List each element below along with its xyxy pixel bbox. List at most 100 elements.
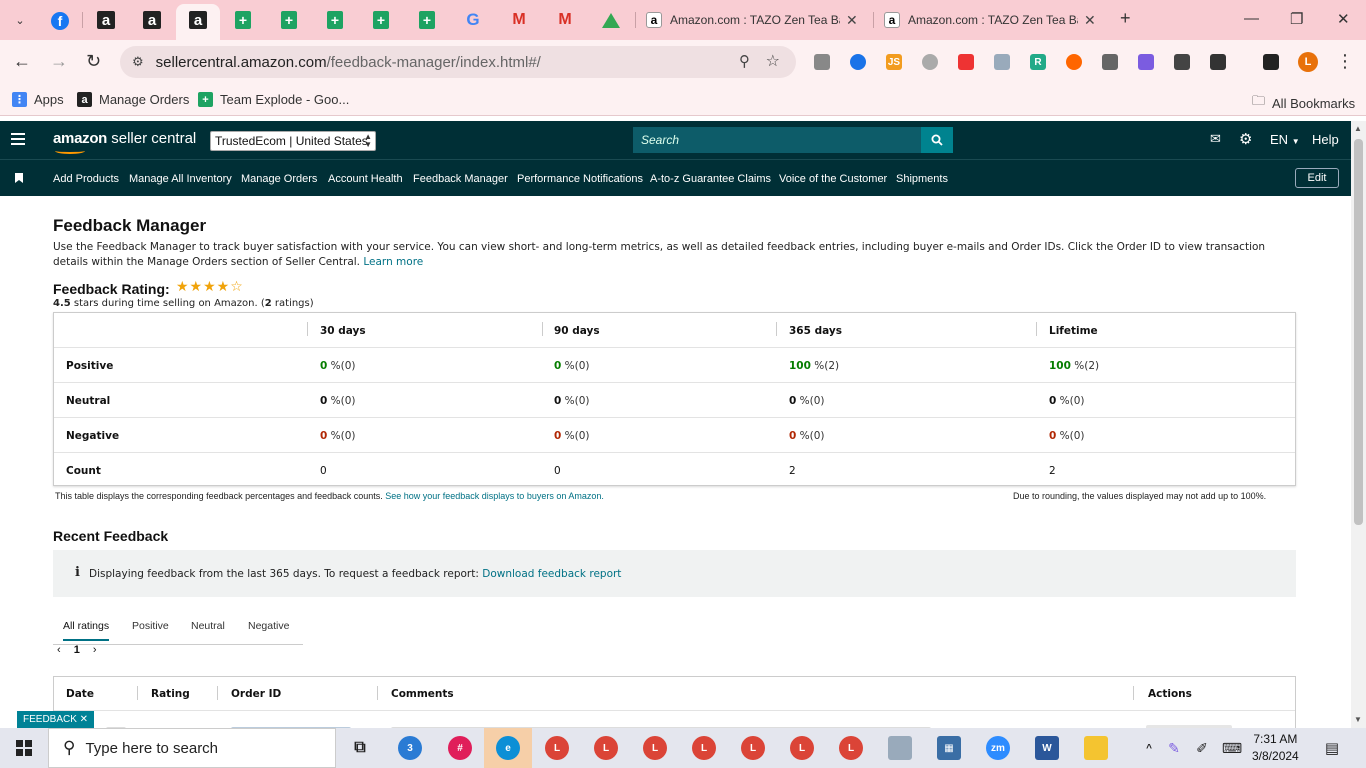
mail-icon[interactable]: ✉	[1210, 131, 1221, 147]
reload-button[interactable]: ↻	[86, 51, 101, 72]
url-text[interactable]: sellercentral.amazon.com/feedback-manage…	[156, 54, 541, 71]
chrome-icon[interactable]: L	[790, 736, 814, 760]
minimize-button[interactable]: —	[1244, 10, 1259, 27]
chrome-icon[interactable]: L	[839, 736, 863, 760]
system-clock[interactable]: 7:31 AM 3/8/2024	[1252, 731, 1299, 765]
bookmark-star-icon[interactable]: ☆	[766, 51, 780, 71]
learn-more-link[interactable]: Learn more	[363, 256, 423, 268]
calculator-icon[interactable]: ▦	[937, 736, 961, 760]
extension-icon[interactable]	[958, 54, 974, 70]
qr-extension-icon[interactable]	[1174, 54, 1190, 70]
address-bar[interactable]: ⚙ sellercentral.amazon.com/feedback-mana…	[120, 46, 796, 78]
nav-a-to-z-claims[interactable]: A-to-z Guarantee Claims	[650, 173, 771, 185]
windows-start-icon[interactable]	[16, 740, 32, 756]
hamburger-menu-icon[interactable]	[11, 133, 25, 148]
chevron-up-icon[interactable]: ^	[1137, 736, 1161, 760]
chrome-icon[interactable]: L	[741, 736, 765, 760]
nav-manage-orders[interactable]: Manage Orders	[241, 173, 317, 185]
extension-icon[interactable]: R	[1030, 54, 1046, 70]
tab-amazon-tazo-1[interactable]: a Amazon.com : TAZO Zen Tea Ba ✕	[646, 6, 858, 34]
restore-button[interactable]: ❐	[1290, 10, 1303, 28]
page-scrollbar[interactable]: ▲ ▼	[1351, 121, 1366, 728]
extension-icon[interactable]	[1066, 54, 1082, 70]
app-icon[interactable]: 3	[398, 736, 422, 760]
settings-gear-icon[interactable]: ⚙	[1239, 130, 1252, 148]
language-selector[interactable]: EN ▼	[1270, 132, 1300, 147]
chrome-icon[interactable]: L	[692, 736, 716, 760]
pen-extension-icon[interactable]	[1138, 54, 1154, 70]
bookmark-manage-orders[interactable]: a Manage Orders	[77, 92, 189, 107]
side-panel-icon[interactable]	[1263, 54, 1279, 70]
next-page-icon[interactable]: ›	[93, 644, 97, 656]
tab-sheet-4[interactable]: +	[370, 9, 392, 31]
help-link[interactable]: Help	[1312, 132, 1339, 147]
file-explorer-icon[interactable]	[1084, 736, 1108, 760]
chrome-icon[interactable]: L	[643, 736, 667, 760]
tab-sheet-5[interactable]: +	[416, 9, 438, 31]
extension-icon[interactable]	[994, 54, 1010, 70]
scroll-down-icon[interactable]: ▼	[1354, 715, 1362, 724]
feedback-tab-button[interactable]: FEEDBACK ✕	[17, 711, 95, 728]
bookmark-icon[interactable]	[15, 173, 23, 183]
tab-amazon-active[interactable]: a	[187, 9, 209, 31]
word-icon[interactable]: W	[1035, 736, 1059, 760]
nav-feedback-manager[interactable]: Feedback Manager	[413, 173, 508, 185]
prev-page-icon[interactable]: ‹	[57, 644, 61, 656]
extension-icon[interactable]	[1102, 54, 1118, 70]
tab-google[interactable]: G	[462, 9, 484, 31]
keyboard-icon[interactable]: ⌨	[1220, 736, 1244, 760]
js-extension-icon[interactable]: JS	[886, 54, 902, 70]
back-button[interactable]: ←	[13, 51, 31, 72]
slack-icon[interactable]: #	[448, 736, 472, 760]
download-report-link[interactable]: Download feedback report	[482, 568, 621, 580]
current-page[interactable]: 1	[74, 644, 80, 656]
tab-gmail-1[interactable]: M	[508, 9, 530, 31]
nav-add-products[interactable]: Add Products	[53, 173, 119, 185]
tab-amazon-1[interactable]: a	[95, 9, 117, 31]
nav-performance-notifications[interactable]: Performance Notifications	[517, 173, 643, 185]
taskbar-search-input[interactable]: ⚲ Type here to search	[48, 728, 336, 768]
tab-all-ratings[interactable]: All ratings	[63, 620, 110, 641]
seller-central-logo[interactable]: amazon seller central	[53, 130, 196, 154]
feedback-display-link[interactable]: See how your feedback displays to buyers…	[385, 491, 604, 501]
tab-sheet-3[interactable]: +	[324, 9, 346, 31]
search-input[interactable]: Search	[633, 127, 921, 153]
site-settings-icon[interactable]: ⚙	[132, 54, 144, 70]
app-icon[interactable]	[888, 736, 912, 760]
tab-neutral[interactable]: Neutral	[191, 620, 225, 632]
tab-sheet-2[interactable]: +	[278, 9, 300, 31]
pen-icon[interactable]: ✐	[1190, 736, 1214, 760]
notifications-icon[interactable]: ▤	[1320, 736, 1344, 760]
chrome-icon[interactable]: L	[594, 736, 618, 760]
chrome-icon[interactable]: L	[545, 736, 569, 760]
search-button[interactable]	[921, 127, 953, 153]
tab-amazon-2[interactable]: a	[141, 9, 163, 31]
bookmark-apps[interactable]: ⋮ Apps	[12, 92, 64, 107]
nav-shipments[interactable]: Shipments	[896, 173, 948, 185]
edge-icon[interactable]: e	[496, 736, 520, 760]
nav-account-health[interactable]: Account Health	[328, 173, 403, 185]
extensions-puzzle-icon[interactable]	[1210, 54, 1226, 70]
close-window-button[interactable]: ✕	[1337, 10, 1350, 28]
menu-kebab-icon[interactable]: ⋮	[1336, 51, 1354, 72]
scrollbar-thumb[interactable]	[1354, 139, 1363, 525]
globe-extension-icon[interactable]	[922, 54, 938, 70]
nav-manage-all-inventory[interactable]: Manage All Inventory	[129, 173, 232, 185]
close-tab-icon[interactable]: ✕	[846, 12, 858, 29]
scroll-up-icon[interactable]: ▲	[1354, 124, 1362, 133]
tab-gmail-2[interactable]: M	[554, 9, 576, 31]
nav-voice-of-customer[interactable]: Voice of the Customer	[779, 173, 887, 185]
tab-drive[interactable]	[600, 9, 622, 31]
edit-nav-button[interactable]: Edit	[1295, 168, 1339, 188]
task-view-icon[interactable]: ⧉	[348, 736, 372, 760]
tab-sheet-1[interactable]: +	[232, 9, 254, 31]
bookmark-team-explode[interactable]: + Team Explode - Goo...	[198, 92, 349, 107]
tab-negative[interactable]: Negative	[248, 620, 289, 632]
close-tab-icon[interactable]: ✕	[1084, 12, 1096, 29]
extension-icon[interactable]	[814, 54, 830, 70]
profile-avatar[interactable]: L	[1298, 52, 1318, 72]
forward-button[interactable]: →	[50, 51, 68, 72]
zoom-app-icon[interactable]: zm	[986, 736, 1010, 760]
tab-search-button[interactable]: ⌄	[9, 9, 31, 31]
zoom-icon[interactable]: ⚲	[739, 52, 750, 70]
